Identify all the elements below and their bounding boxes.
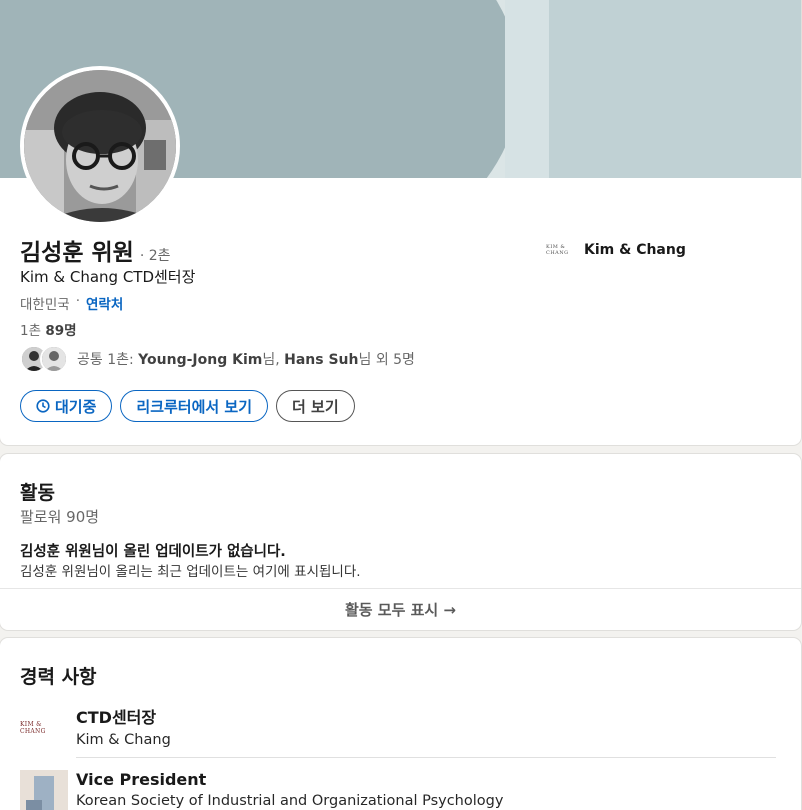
empty-activity-title: 김성훈 위원님이 올린 업데이트가 없습니다. <box>20 544 286 560</box>
connections-count[interactable]: 1촌 89명 <box>20 319 77 339</box>
connections-prefix: 1촌 <box>20 323 42 339</box>
profile-photo[interactable] <box>20 66 180 226</box>
mutual-connections-text: 공통 1촌: Young-Jong Kim님, Hans Suh님 외 5명 <box>77 349 415 369</box>
company-logo[interactable] <box>20 770 68 810</box>
experience-company: Kim & Chang <box>76 732 171 748</box>
banner-shape <box>505 0 549 178</box>
profile-actions: 대기중 리크루터에서 보기 더 보기 <box>20 390 355 422</box>
mutual-name: Hans Suh <box>284 352 359 368</box>
experience-item[interactable]: Vice President Korean Society of Industr… <box>20 770 503 810</box>
company-logo[interactable]: KIM & CHANG <box>20 704 68 752</box>
experience-item[interactable]: KIM & CHANG CTD센터장 Kim & Chang <box>20 704 171 752</box>
company-logo-text: KIM & CHANG <box>20 721 46 735</box>
mutual-connections[interactable]: 공통 1촌: Young-Jong Kim님, Hans Suh님 외 5명 <box>20 343 415 375</box>
section-title: 경력 사항 <box>20 666 97 688</box>
profile-card: 김성훈 위원 · 2촌 Kim & Chang CTD센터장 대한민국 · 연락… <box>0 0 801 445</box>
contact-info-link[interactable]: 연락처 <box>86 293 123 313</box>
section-title: 활동 <box>20 482 55 504</box>
pending-button-label: 대기중 <box>55 397 97 416</box>
activity-card: 활동 팔로워 90명 김성훈 위원님이 올린 업데이트가 없습니다. 김성훈 위… <box>0 454 801 630</box>
profile-photo-image <box>24 70 176 222</box>
profile-headline: Kim & Chang CTD센터장 <box>20 268 196 286</box>
connection-degree: · 2촌 <box>139 248 171 264</box>
location-row: 대한민국 · 연락처 <box>20 293 123 313</box>
connections-number: 89명 <box>45 323 77 339</box>
divider <box>76 757 776 758</box>
mutual-prefix: 공통 1촌: <box>77 352 139 368</box>
mutual-suffix: 님 외 5명 <box>358 352 415 368</box>
followers-count: 팔로워 90명 <box>20 508 100 526</box>
mutual-name: Young-Jong Kim <box>138 352 263 368</box>
empty-activity-description: 김성훈 위원님이 올리는 최근 업데이트는 여기에 표시됩니다. <box>20 564 361 580</box>
name-row: 김성훈 위원 · 2촌 <box>20 233 171 267</box>
experience-title: Vice President <box>76 770 207 789</box>
logo-shape <box>26 800 42 810</box>
experience-text: Vice President Korean Society of Industr… <box>76 770 503 810</box>
profile-location: 대한민국 <box>20 297 70 313</box>
more-button[interactable]: 더 보기 <box>276 390 355 422</box>
experience-company: Korean Society of Industrial and Organiz… <box>76 793 504 809</box>
separator-dot: · <box>75 293 80 309</box>
mutual-avatar <box>40 345 68 373</box>
pending-button[interactable]: 대기중 <box>20 390 113 422</box>
current-company[interactable]: KIM & CHANG Kim & Chang <box>546 242 686 258</box>
experience-card: 경력 사항 KIM & CHANG CTD센터장 Kim & Chang Vic… <box>0 638 801 810</box>
company-name: Kim & Chang <box>584 242 686 258</box>
clock-icon <box>36 399 50 413</box>
view-in-recruiter-button[interactable]: 리크루터에서 보기 <box>120 390 269 422</box>
experience-title: CTD센터장 <box>76 708 157 727</box>
mutual-suffix: 님, <box>262 352 285 368</box>
show-all-activity-link[interactable]: 활동 모두 표시 → <box>0 588 801 630</box>
company-logo: KIM & CHANG <box>546 244 569 256</box>
profile-name: 김성훈 위원 <box>20 240 134 266</box>
experience-text: CTD센터장 Kim & Chang <box>76 704 171 752</box>
